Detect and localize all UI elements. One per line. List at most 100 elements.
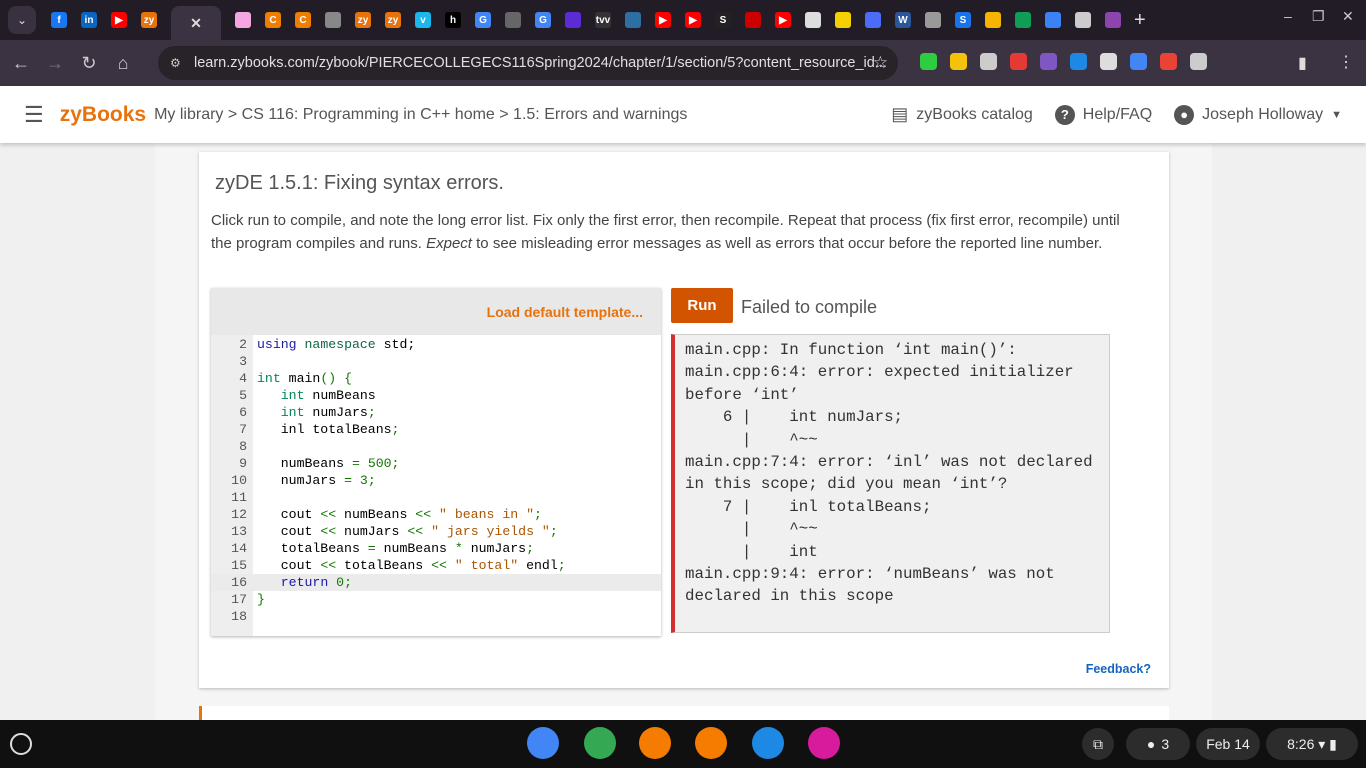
code-editor[interactable]: Load default template... 2 using namespac… (211, 288, 661, 636)
tab[interactable]: ▶ (685, 12, 701, 28)
extension-icon[interactable] (1190, 53, 1207, 70)
tab[interactable]: f (51, 12, 67, 28)
tab[interactable] (985, 12, 1001, 28)
app-app-icon[interactable] (808, 727, 840, 759)
code-line[interactable]: 7 inl totalBeans; (211, 421, 661, 438)
tab[interactable]: zy (355, 12, 371, 28)
status-area[interactable]: 8:26 ▾ ▮ (1266, 728, 1358, 760)
launcher-button[interactable] (10, 733, 32, 755)
tab[interactable] (505, 12, 521, 28)
tab[interactable]: ▶ (655, 12, 671, 28)
maximize-button[interactable]: ❐ (1312, 8, 1325, 25)
tab[interactable] (925, 12, 941, 28)
code-line[interactable]: 6 int numJars; (211, 404, 661, 421)
user-menu[interactable]: Joseph Holloway (1202, 106, 1323, 124)
vlc-2-app-icon[interactable] (695, 727, 727, 759)
tab[interactable]: G (475, 12, 491, 28)
tab[interactable]: zy (385, 12, 401, 28)
run-button[interactable]: Run (671, 288, 733, 323)
code-line[interactable]: 11 (211, 489, 661, 506)
date[interactable]: Feb 14 (1196, 728, 1260, 760)
extension-icon[interactable] (980, 53, 997, 70)
catalog-link[interactable]: zyBooks catalog (916, 106, 1033, 124)
help-link[interactable]: Help/FAQ (1083, 106, 1152, 124)
tab[interactable]: in (81, 12, 97, 28)
tab[interactable] (625, 12, 641, 28)
active-tab-close-button[interactable]: ✕ (171, 6, 221, 40)
zybooks-logo[interactable]: zyBooks (60, 103, 146, 127)
code-line[interactable]: 8 (211, 438, 661, 455)
code-line[interactable]: 13 cout << numJars << " jars yields "; (211, 523, 661, 540)
site-info-icon[interactable]: ⚙ (170, 56, 181, 70)
extension-icon[interactable] (1100, 53, 1117, 70)
extension-icon[interactable] (1130, 53, 1147, 70)
tab[interactable] (1045, 12, 1061, 28)
tab[interactable] (1075, 12, 1091, 28)
code-line[interactable]: 2 using namespace std; (211, 336, 661, 353)
code-line[interactable]: 12 cout << numBeans << " beans in "; (211, 506, 661, 523)
notifications-tray[interactable]: ● 3 (1126, 728, 1190, 760)
code-line[interactable]: 10 numJars = 3; (211, 472, 661, 489)
new-tab-button[interactable]: + (1134, 9, 1146, 32)
tab[interactable]: ▶ (775, 12, 791, 28)
browser-menu-button[interactable]: ⋮ (1338, 52, 1354, 72)
tab[interactable] (805, 12, 821, 28)
code-line[interactable]: 14 totalBeans = numBeans * numJars; (211, 540, 661, 557)
extension-icon[interactable] (950, 53, 967, 70)
files-app-icon[interactable] (752, 727, 784, 759)
tab[interactable]: h (445, 12, 461, 28)
tab[interactable]: v (415, 12, 431, 28)
tab[interactable] (565, 12, 581, 28)
feedback-link[interactable]: Feedback? (1086, 662, 1151, 676)
code-line[interactable]: 3 (211, 353, 661, 370)
load-default-template-link[interactable]: Load default template... (487, 304, 643, 320)
tab[interactable] (865, 12, 881, 28)
tab[interactable]: W (895, 12, 911, 28)
forward-button[interactable]: → (38, 53, 72, 74)
extension-icon[interactable] (1040, 53, 1057, 70)
tab[interactable]: S (715, 12, 731, 28)
tab[interactable]: C (265, 12, 281, 28)
bookmark-star-icon[interactable]: ☆ (873, 53, 888, 73)
tab[interactable]: S (955, 12, 971, 28)
vlc-app-icon[interactable] (639, 727, 671, 759)
extension-icon[interactable] (1010, 53, 1027, 70)
close-window-button[interactable]: ✕ (1342, 8, 1354, 25)
menu-icon[interactable]: ☰ (24, 102, 44, 128)
code-line[interactable]: 18 (211, 608, 661, 625)
code-line[interactable]: 15 cout << totalBeans << " total" endl; (211, 557, 661, 574)
tab[interactable] (325, 12, 341, 28)
tab[interactable] (835, 12, 851, 28)
tab[interactable] (745, 12, 761, 28)
code-lines[interactable]: 2 using namespace std; 3 4 int main() {5 int… (211, 336, 661, 625)
reload-button[interactable]: ↻ (72, 53, 106, 74)
tab[interactable] (235, 12, 251, 28)
tab[interactable]: ▶ (111, 12, 127, 28)
extension-icon[interactable] (1070, 53, 1087, 70)
home-button[interactable]: ⌂ (106, 53, 140, 74)
tab[interactable] (1015, 12, 1031, 28)
back-button[interactable]: ← (4, 53, 38, 74)
side-panel-button[interactable]: ▮ (1298, 53, 1307, 73)
tab[interactable]: tvv (595, 12, 611, 28)
tab[interactable]: zy (141, 12, 157, 28)
clipboard-icon[interactable]: ⧉ (1082, 728, 1114, 760)
code-line[interactable]: 5 int numBeans (211, 387, 661, 404)
code-line[interactable]: 9 numBeans = 500; (211, 455, 661, 472)
chrome-app-icon[interactable] (527, 727, 559, 759)
tab-search-button[interactable]: ⌄ (8, 6, 36, 34)
tab[interactable]: G (535, 12, 551, 28)
minimize-button[interactable]: – (1284, 8, 1292, 24)
tab[interactable] (1105, 12, 1121, 28)
chevron-down-icon[interactable]: ▼ (1331, 109, 1342, 121)
breadcrumb[interactable]: My library > CS 116: Programming in C++ … (154, 106, 687, 124)
extension-icon[interactable] (1160, 53, 1177, 70)
extension-icon[interactable] (920, 53, 937, 70)
play-store-app-icon[interactable] (584, 727, 616, 759)
tab[interactable]: C (295, 12, 311, 28)
code-line[interactable]: 4 int main() { (211, 370, 661, 387)
code-line[interactable]: 17} (211, 591, 661, 608)
line-number: 9 (239, 456, 247, 471)
code-line[interactable]: 16 return 0; (211, 574, 661, 591)
address-bar[interactable]: ⚙ learn.zybooks.com/zybook/PIERCECOLLEGE… (158, 46, 898, 80)
